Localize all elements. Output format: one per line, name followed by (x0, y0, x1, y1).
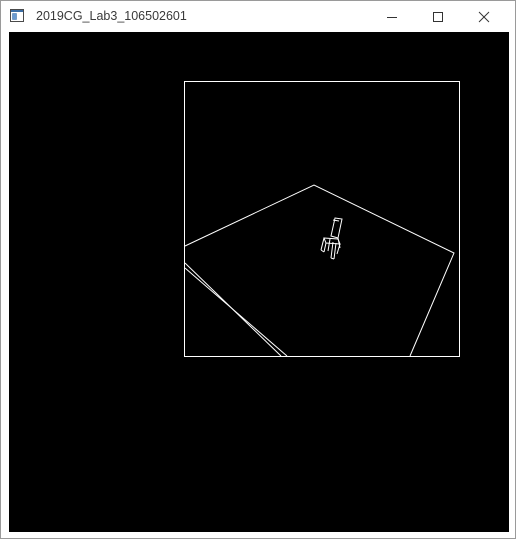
app-window-icon[interactable] (10, 9, 24, 22)
close-button[interactable] (461, 1, 507, 32)
minimize-button[interactable] (369, 1, 415, 32)
floor-outline (184, 184, 455, 357)
window-title: 2019CG_Lab3_106502601 (36, 9, 187, 23)
scene-canvas (184, 81, 460, 357)
maximize-button[interactable] (415, 1, 461, 32)
render-viewport[interactable] (9, 32, 509, 532)
chair-model (320, 217, 343, 260)
title-bar[interactable]: 2019CG_Lab3_106502601 (1, 1, 515, 32)
clip-window-frame (184, 81, 460, 357)
wireframe-scene (184, 184, 455, 357)
minimize-icon (387, 16, 397, 18)
maximize-icon (433, 11, 443, 22)
app-window: 2019CG_Lab3_106502601 (0, 0, 516, 539)
close-icon (478, 11, 490, 22)
slab-edge-inner (184, 267, 288, 357)
